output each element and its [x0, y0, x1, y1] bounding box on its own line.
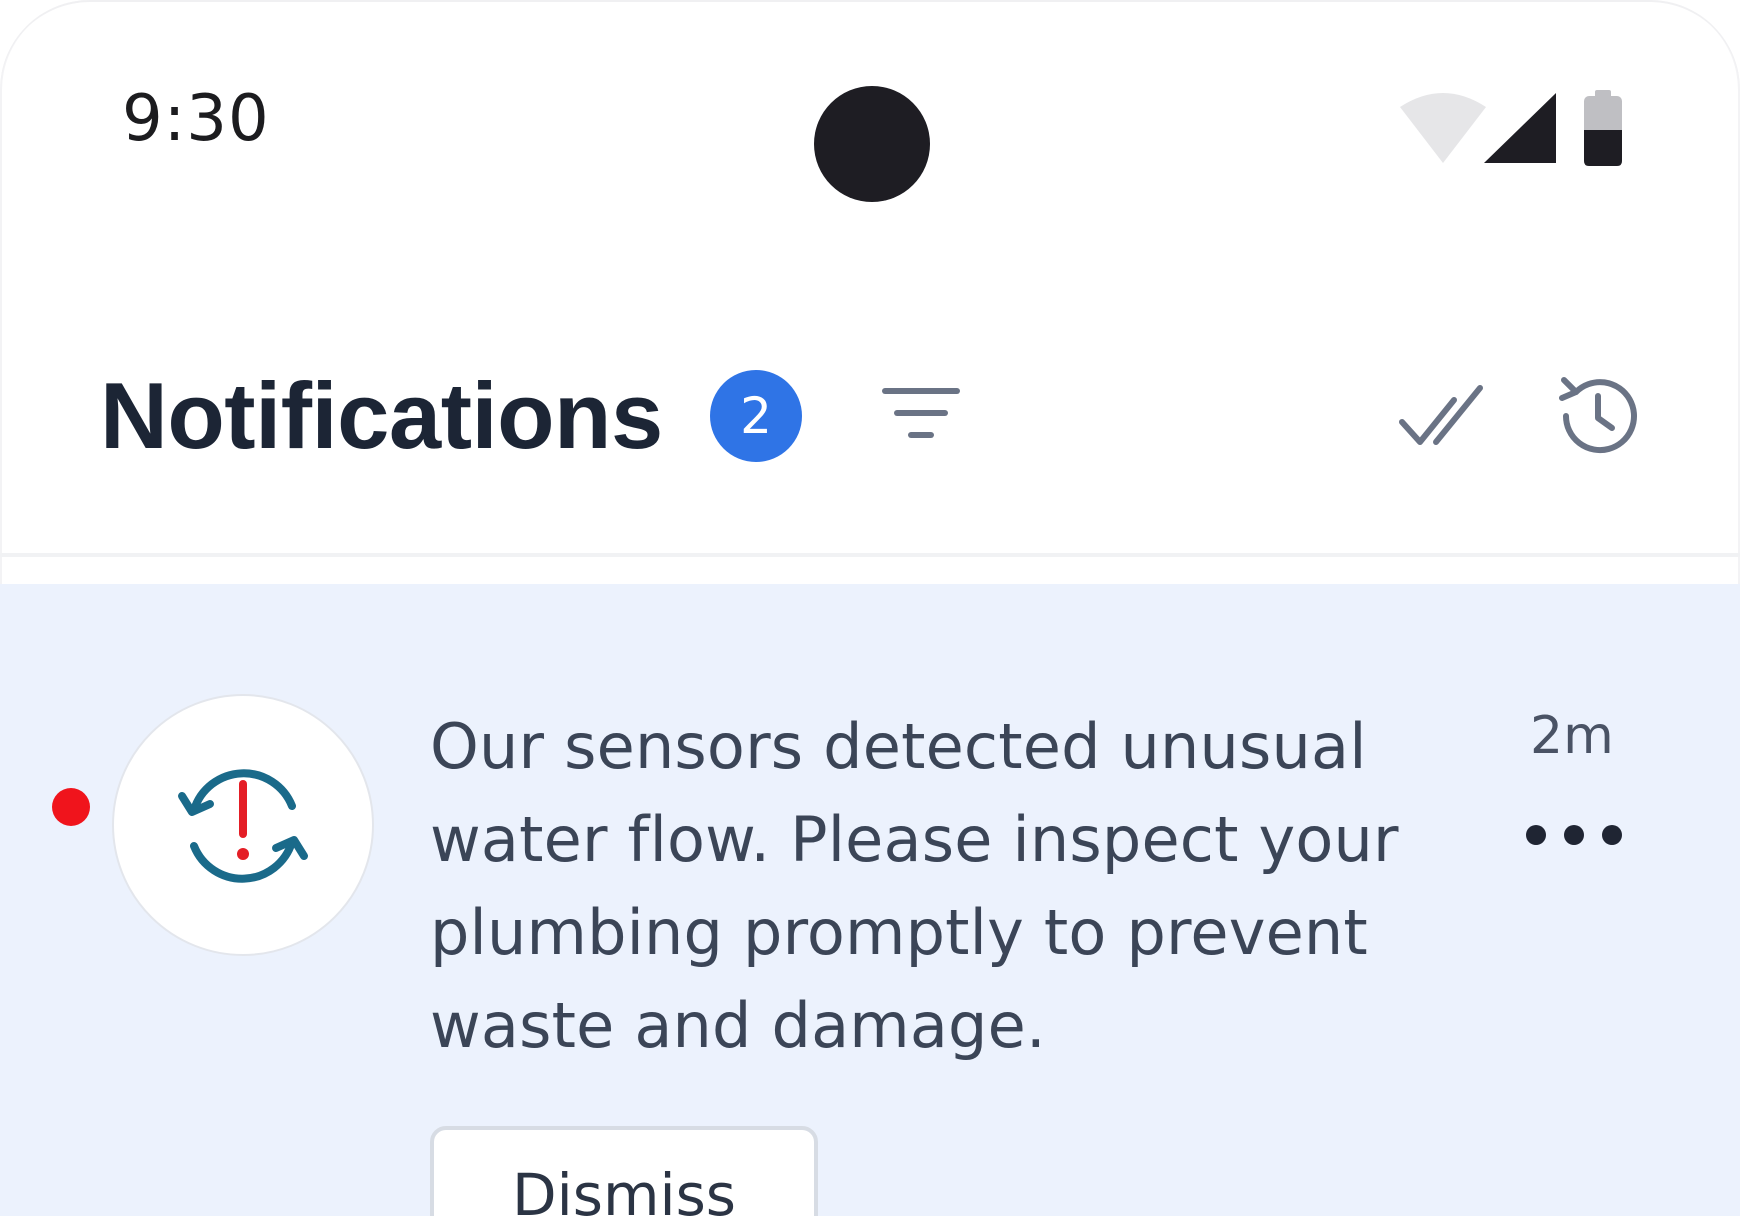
- more-options-button[interactable]: [1526, 810, 1622, 860]
- page-title: Notifications: [100, 363, 663, 468]
- unread-indicator: [52, 788, 90, 826]
- notification-message: Our sensors detected unusual water flow.…: [430, 710, 1399, 1062]
- mark-all-read-icon: [1399, 385, 1483, 445]
- status-bar: 9:30: [0, 0, 1740, 230]
- notifications-header: Notifications 2: [0, 340, 1740, 490]
- header-divider: [0, 553, 1740, 557]
- phone-screen: 9:30 Notifications 2 Our sensors detecte…: [0, 0, 1740, 1216]
- more-dot: [1526, 825, 1546, 845]
- mark-all-read-button[interactable]: [1392, 374, 1492, 458]
- notification-time: 2m: [1530, 706, 1614, 766]
- camera-cutout: [814, 86, 930, 202]
- status-time: 9:30: [122, 82, 270, 156]
- filter-button[interactable]: [876, 376, 966, 456]
- filter-icon: [882, 388, 960, 438]
- more-dot: [1602, 825, 1622, 845]
- more-dot: [1564, 825, 1584, 845]
- notification-avatar: [112, 694, 374, 956]
- battery-icon: [1584, 90, 1622, 166]
- unread-count-badge: 2: [710, 370, 802, 462]
- cellular-signal-icon: [1484, 93, 1556, 163]
- wifi-icon: [1400, 93, 1486, 163]
- history-icon: [1559, 377, 1637, 454]
- water-flow-alert-icon: [178, 769, 308, 883]
- history-button[interactable]: [1552, 370, 1644, 462]
- dismiss-button[interactable]: Dismiss: [430, 1126, 818, 1216]
